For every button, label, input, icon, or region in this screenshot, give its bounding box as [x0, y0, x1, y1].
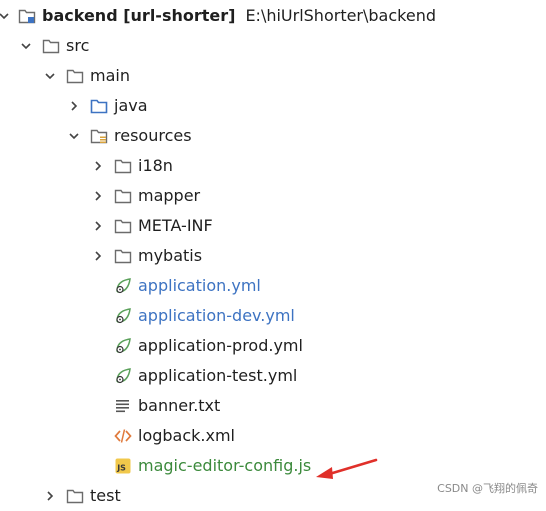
chevron-down-icon[interactable]	[0, 8, 12, 24]
tree-row-banner-txt[interactable]: banner.txt	[0, 391, 546, 421]
tree-row-meta-inf[interactable]: META-INF	[0, 211, 546, 241]
tree-row-application-test-yml[interactable]: application-test.yml	[0, 361, 546, 391]
chevron-right-icon[interactable]	[90, 158, 106, 174]
folder-icon	[66, 67, 84, 85]
tree-item-label: mapper	[138, 186, 201, 205]
tree-item-label: application-test.yml	[138, 366, 298, 385]
spring-config-icon	[114, 307, 132, 325]
root-name: backend	[42, 6, 118, 25]
folder-icon	[66, 487, 84, 505]
folder-icon	[42, 37, 60, 55]
root-folder-label: backend [url-shorter] E:\hiUrlShorter\bac…	[42, 1, 436, 31]
chevron-down-icon[interactable]	[18, 38, 34, 54]
tree-item-label: mybatis	[138, 246, 203, 265]
tree-row-resources[interactable]: resources	[0, 121, 546, 151]
tree-item-label: i18n	[138, 156, 173, 175]
tree-row-magic-editor-config-js[interactable]: JS magic-editor-config.js	[0, 451, 546, 481]
chevron-right-icon[interactable]	[66, 98, 82, 114]
tree-item-label: application-dev.yml	[138, 306, 295, 325]
xml-file-icon	[114, 427, 132, 445]
module-folder-icon	[18, 7, 36, 25]
watermark-text: CSDN @飞翔的佩奇	[437, 482, 538, 495]
tree-item-label: application.yml	[138, 276, 261, 295]
tree-item-label: main	[90, 66, 130, 85]
tree-item-label: java	[114, 96, 148, 115]
chevron-right-icon[interactable]	[90, 248, 106, 264]
tree-item-label: resources	[114, 126, 192, 145]
tree-row-src[interactable]: src	[0, 31, 546, 61]
tree-row-mapper[interactable]: mapper	[0, 181, 546, 211]
tree-row-backend-root[interactable]: backend [url-shorter] E:\hiUrlShorter\bac…	[0, 1, 546, 31]
chevron-right-icon[interactable]	[42, 488, 58, 504]
tree-item-label: banner.txt	[138, 396, 221, 415]
spring-config-icon	[114, 367, 132, 385]
source-folder-icon	[90, 97, 108, 115]
folder-icon	[114, 157, 132, 175]
svg-text:JS: JS	[116, 464, 126, 473]
tree-row-application-prod-yml[interactable]: application-prod.yml	[0, 331, 546, 361]
js-file-icon: JS	[114, 457, 132, 475]
folder-icon	[114, 247, 132, 265]
text-file-icon	[114, 397, 132, 415]
tree-row-mybatis[interactable]: mybatis	[0, 241, 546, 271]
chevron-right-icon[interactable]	[90, 218, 106, 234]
tree-row-logback-xml[interactable]: logback.xml	[0, 421, 546, 451]
tree-item-label: test	[90, 486, 121, 505]
tree-item-label: src	[66, 36, 90, 55]
tree-row-application-yml[interactable]: application.yml	[0, 271, 546, 301]
chevron-right-icon[interactable]	[90, 188, 106, 204]
chevron-down-icon[interactable]	[42, 68, 58, 84]
spring-config-icon	[114, 277, 132, 295]
tree-row-main[interactable]: main	[0, 61, 546, 91]
tree-item-label: logback.xml	[138, 426, 235, 445]
root-module-name: [url-shorter]	[123, 6, 236, 25]
tree-item-label: magic-editor-config.js	[138, 456, 312, 475]
root-path: E:\hiUrlShorter\backend	[245, 6, 436, 25]
tree-row-application-dev-yml[interactable]: application-dev.yml	[0, 301, 546, 331]
tree-row-i18n[interactable]: i18n	[0, 151, 546, 181]
tree-row-java[interactable]: java	[0, 91, 546, 121]
resources-folder-icon	[90, 127, 108, 145]
spring-config-icon	[114, 337, 132, 355]
tree-item-label: META-INF	[138, 216, 213, 235]
tree-item-label: application-prod.yml	[138, 336, 303, 355]
folder-icon	[114, 187, 132, 205]
folder-icon	[114, 217, 132, 235]
chevron-down-icon[interactable]	[66, 128, 82, 144]
